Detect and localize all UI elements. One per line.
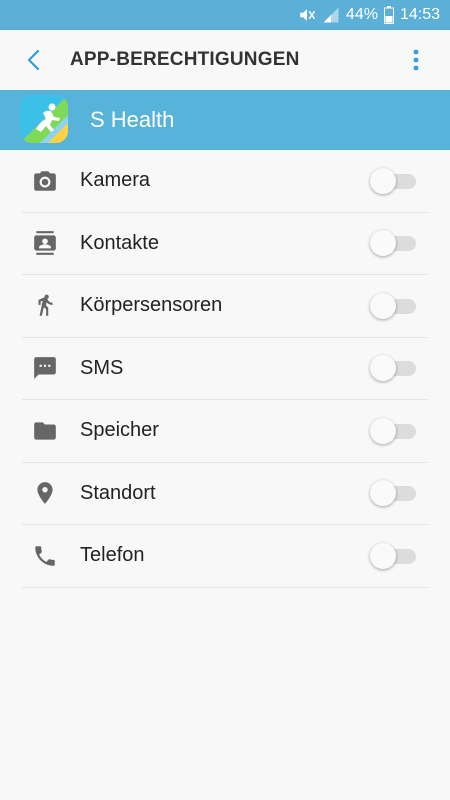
permission-row-koerpersensoren[interactable]: Körpersensoren: [22, 275, 428, 338]
mute-icon: [298, 6, 316, 24]
sms-icon: [32, 355, 58, 381]
permission-toggle[interactable]: [370, 417, 416, 444]
status-bar: 44% 14:53: [0, 0, 450, 30]
camera-icon: [32, 168, 58, 194]
permission-row-sms[interactable]: SMS: [22, 338, 428, 400]
clock: 14:53: [399, 6, 440, 23]
contacts-icon: [32, 230, 58, 256]
permission-label: Telefon: [80, 544, 145, 567]
permission-toggle[interactable]: [370, 480, 416, 507]
signal-icon: [322, 6, 340, 24]
page-title: APP-BERECHTIGUNGEN: [70, 49, 300, 70]
permission-label: Speicher: [80, 419, 159, 442]
permission-label: SMS: [80, 356, 124, 379]
permission-toggle[interactable]: [370, 230, 416, 257]
back-arrow-icon[interactable]: [22, 48, 46, 72]
folder-icon: [32, 418, 58, 444]
permission-label: Standort: [80, 481, 156, 504]
permission-toggle[interactable]: [370, 542, 416, 569]
permission-row-telefon[interactable]: Telefon: [22, 525, 428, 588]
permission-toggle[interactable]: [370, 167, 416, 194]
permission-row-standort[interactable]: Standort: [22, 463, 428, 525]
app-header: S Health: [0, 90, 450, 150]
battery-percent: 44%: [345, 6, 378, 23]
battery-icon: [383, 6, 394, 24]
location-icon: [32, 480, 58, 506]
s-health-icon: [20, 95, 68, 143]
permission-label: Körpersensoren: [80, 294, 223, 317]
permission-toggle[interactable]: [370, 292, 416, 319]
permission-row-kontakte[interactable]: Kontakte: [22, 213, 428, 275]
permission-label: Kamera: [80, 169, 151, 192]
phone-icon: [32, 543, 58, 569]
app-bar: APP-BERECHTIGUNGEN: [0, 30, 450, 90]
app-name: S Health: [90, 107, 175, 132]
body-sensors-icon: [32, 293, 58, 319]
permission-row-kamera[interactable]: Kamera: [22, 150, 428, 213]
permission-list: Kamera Kontakte Körpersensoren SMS Speic…: [22, 150, 428, 588]
permission-row-speicher[interactable]: Speicher: [22, 400, 428, 463]
more-vert-icon[interactable]: [412, 48, 420, 72]
permission-toggle[interactable]: [370, 355, 416, 382]
permission-label: Kontakte: [80, 231, 159, 254]
